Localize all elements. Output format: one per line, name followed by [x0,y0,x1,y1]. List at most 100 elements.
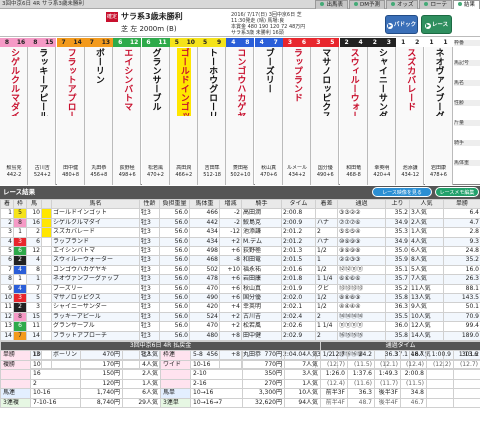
horse-column[interactable]: 2 3 シャイニーサンダー 幸英明 420+4 [367,38,396,185]
horse-name[interactable]: ブーズリー [262,48,276,116]
tab-label: DM予測 [359,2,380,8]
horse-column[interactable]: 6 11 グランサーブル 松若風 470+2 [141,38,170,185]
waku-number: 4 [226,38,241,47]
horse-name[interactable]: ネオヴァンブーグァップ [432,48,446,116]
result-cell: 36.3 [385,302,410,313]
horse-number: 7 [268,38,283,47]
lap-cell [452,378,480,390]
horse-name[interactable]: フラットアプローチ [64,48,78,116]
result-cell: 434 [189,236,220,248]
horse-column[interactable]: 2 4 スウィルーウォーター 和田竜 468-8 [339,38,368,185]
result-cell: 502 [189,264,220,276]
horse-column[interactable]: 1 2 スズカバレード 池添謙 434-12 [396,38,425,185]
horse-name[interactable]: トーホウグローリー [205,48,219,116]
result-row[interactable]: 6 2 4 スウィルーウォーター 牡3 56.0 468 -8 和田竜 2:01.5 1 ②②③③ 35… [0,255,480,266]
result-row[interactable]: 13 6 11 グランサーブル 牡3 56.0 470 +2 松若風 2:02.6 1 1/4 ⑪⑪⑪… [0,321,480,332]
horse-number: 8 [240,38,255,47]
result-cell: 8 [13,217,27,229]
result-cell: 3 [13,293,27,304]
lap-cell: (12.4) [320,378,348,390]
jockey-name: 鮫島克 [6,165,22,171]
result-cell: ⑫⑫⑪⑪ [337,264,386,276]
result-row[interactable]: 2 8 16 シゲルクルマダイ 牡3 56.0 442 -2 鮫島克 2:00.9 ハナ ⑦⑦⑦⑥ 34… [0,217,480,229]
horse-column[interactable]: 4 7 ブーズリー 秋山真 470+6 [254,38,283,185]
horse-name[interactable]: スウィルーウォーター [347,48,361,116]
result-cell [41,236,52,248]
jockey-name: 松若風 [147,165,163,171]
tab-0[interactable]: 出馬表 [315,0,348,9]
horse-name[interactable]: ボーリン [92,48,106,116]
horse-column[interactable]: 7 14 フラットアプローチ 田中健 480+8 [56,38,85,185]
horse-weight: 502+10 [230,172,251,178]
horse-column[interactable]: 5 10 ゴールドインゴット 高田潤 466+2 [169,38,198,185]
result-cell: +10 [219,264,242,276]
race-video-button[interactable]: ▶ レース [421,15,452,34]
result-row[interactable]: 3 1 2 スズカバレード 牡3 56.0 434 -12 池添謙 2:01.2 2 ⑤⑤⑤④ 35.3… [0,227,480,238]
lap-cell: 前半3F [320,388,348,399]
result-row[interactable]: 10 3 5 マサノロッピクス 牡3 56.0 490 +6 国分優 2:02.0 1/2 ⑧⑧⑧⑨ 3… [0,293,480,304]
result-cell: 9 [0,283,14,295]
result-row[interactable]: 11 2 3 シャイニーサンダー 牡3 56.0 420 +4 幸英明 2:02.1 1/2 ④④④④… [0,302,480,313]
horse-name[interactable]: ゴールドインゴット [176,48,191,116]
horse-column[interactable]: 8 16 シゲルクルマダイ 鮫島克 442-2 [0,38,28,185]
result-cell: 56.0 [159,274,190,285]
horse-weight: 420+4 [373,172,391,178]
horse-column[interactable]: 5 9 トーホウグローリー 吉田隼 512-18 [198,38,227,185]
result-cell: 524 [189,311,220,323]
horse-name[interactable]: マサノロッピクス [318,48,332,116]
result-cell: 35.1 [385,264,410,276]
horse-column[interactable]: 7 13 ボーリン 丸田恭 456+8 [84,38,113,185]
tab-3[interactable]: ローテ [419,0,452,9]
result-row[interactable]: 7 4 8 コンゴウハカゲヤキ 牡3 56.0 502 +10 福永祐 2:01.6 1/2 ⑫⑫⑪⑪… [0,264,480,276]
result-cell: 7 [0,264,14,276]
result-cell: シゲルクルマダイ [51,217,140,229]
result-col-header: タイム [281,198,316,210]
horse-column[interactable]: 6 12 エイシンバトマ 荻野極 498+6 [113,38,142,185]
result-row[interactable]: 12 8 15 ラッキーアピール 牡3 56.0 524 +2 古川吉 2:02.4 2 ⑭⑭⑭⑭ 35… [0,311,480,323]
payout-amount2: 32,620円 [242,397,285,409]
horse-name[interactable]: ラップランド [290,48,304,116]
watch-race-button[interactable]: レース映像を見る [372,187,432,197]
result-cell: 4 [13,264,27,276]
horse-column[interactable]: 3 6 ラップランド ルメール 434+2 [283,38,311,185]
result-row[interactable]: 4 3 6 ラップランド 牡3 56.0 434 +2 M.デム 2:01.2 ハナ ⑩⑨⑨⑨ 34.9… [0,236,480,248]
payout-bet: 複勝 [0,359,31,371]
lap-cell: (11.5) [347,359,375,371]
result-cell: 3 [13,236,27,248]
lap-cell: 12.7 [320,350,348,361]
result-cell: 468 [189,255,220,266]
result-cell: 4人気 [409,236,444,248]
horse-name[interactable]: ラッキーアピール [35,48,49,116]
horse-column[interactable]: 1 1 ネオヴァンブーグァップ 岩田康 478+6 [424,38,453,185]
result-row[interactable]: 14 7 14 フラットアプローチ 牡3 56.0 480 +8 田中健 2:02.9 2 ⑯⑮⑮⑮ 3… [0,330,480,342]
horse-column[interactable]: 8 15 ラッキーアピール 古川吉 524+2 [28,38,57,185]
horse-column[interactable]: 4 8 コンゴウハカゲヤキ 菱田裕 502+10 [226,38,255,185]
horse-name[interactable]: スズカバレード [403,48,417,116]
result-cell: 2:01.9 [281,283,316,295]
result-cell: 10人気 [409,311,444,323]
edit-memo-button[interactable]: レースメモ編集 [435,187,479,197]
result-row[interactable]: 9 4 7 ブーズリー 牡3 56.0 470 +6 秋山真 2:01.9 クビ ⑬⑬⑬⑬ 35.2 11… [0,283,480,295]
horse-number: 9 [212,38,227,47]
horse-number: 3 [381,38,396,47]
result-cell: 13人気 [409,293,444,304]
lap-cell: 後半3F [374,388,401,399]
horse-name[interactable]: エイシンバトマ [120,48,134,116]
result-row[interactable]: 1 5 10 ゴールドインゴット 牡3 56.0 466 -2 高田潤 2:00.8 ③③②② 35.… [0,208,480,219]
horse-name[interactable]: シゲルクルマダイ [7,48,21,116]
jockey-name: 和田竜 [346,165,362,171]
horse-name[interactable]: グランサーブル [149,48,163,116]
horse-name[interactable]: シャイニーサンダー [375,48,389,116]
result-row[interactable]: 5 6 12 エイシンバトマ 牡3 56.0 498 +6 荻野極 2:01.3 1/2 ⑨⑨⑨⑧ 35… [0,246,480,257]
jockey-name: 秋山真 [261,165,277,171]
tab-4[interactable]: 結果 [452,0,480,9]
paddock-button[interactable]: ▶ パドック [385,15,418,34]
tab-1[interactable]: DM予測 [348,0,385,9]
lap-cell: 1:00.9 [426,350,454,361]
horse-name[interactable]: コンゴウハカゲヤキ [233,48,247,116]
lap-cell: 前半4F [320,397,348,409]
horse-column[interactable]: 3 5 マサノロッピクス 国分優 490+6 [311,38,340,185]
tab-2[interactable]: オッズ [385,0,419,9]
lap-cell: 36.3 [347,388,375,399]
result-row[interactable]: 8 1 1 ネオヴァンブーグァップ 牡3 56.0 478 +6 岩田康 2:01.8 1 1/4 ⑥… [0,274,480,285]
